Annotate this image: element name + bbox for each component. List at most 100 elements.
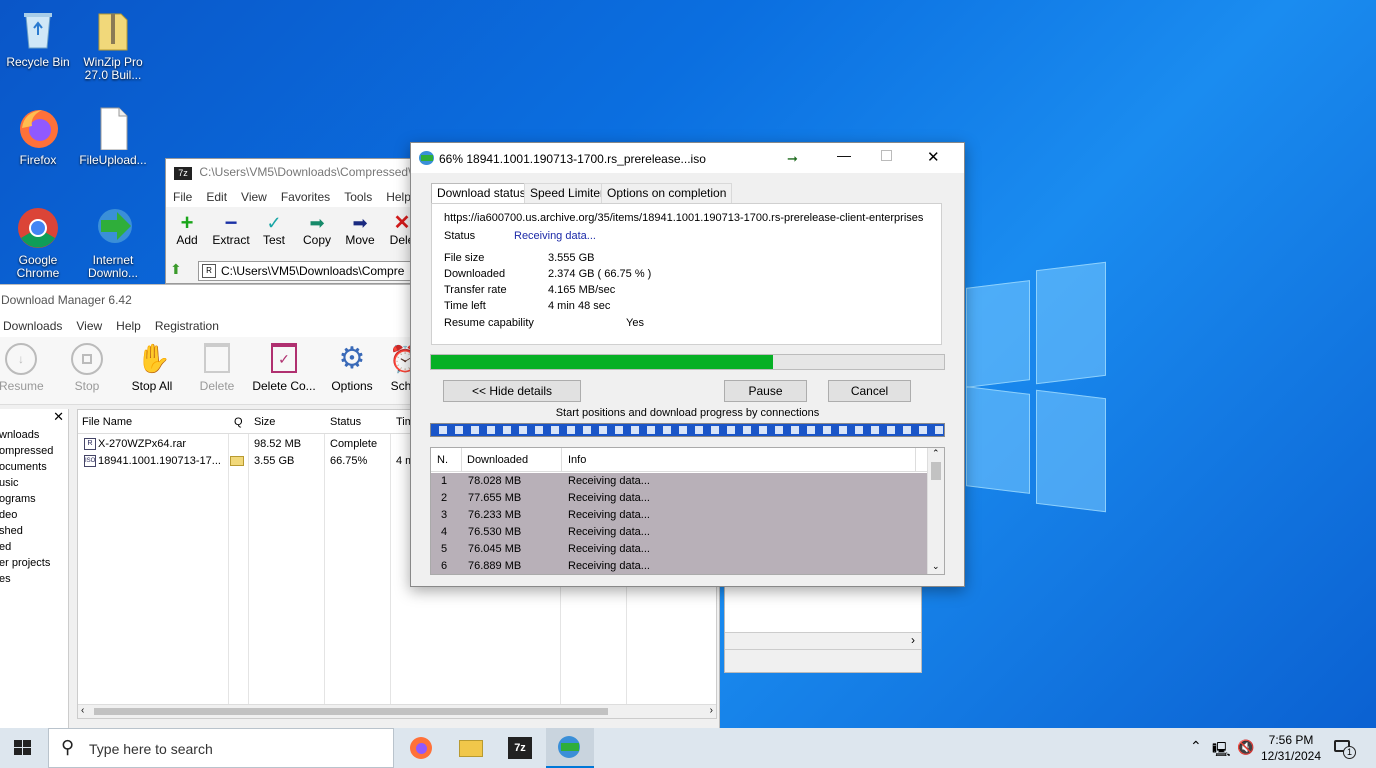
idm-menu-registration[interactable]: Registration: [155, 319, 219, 333]
hide-details-button[interactable]: << Hide details: [443, 380, 581, 402]
download-url: https://ia600700.us.archive.org/35/items…: [444, 212, 924, 224]
dialog-title-bar[interactable]: 66% 18941.1001.190713-1700.rs_prerelease…: [411, 143, 964, 173]
tab-options-on-completion[interactable]: Options on completion: [601, 183, 733, 203]
taskbar-search-box[interactable]: ⚲ Type here to search: [48, 728, 394, 768]
idm-stop-button[interactable]: Stop: [65, 343, 109, 393]
connection-info: Receiving data...: [568, 543, 650, 555]
connections-table[interactable]: N. Downloaded Info 1 78.028 MB Receiving d…: [430, 447, 945, 575]
category-music[interactable]: usic: [0, 475, 53, 491]
taskbar-idm-button[interactable]: [546, 728, 594, 768]
download-progress-dialog[interactable]: 66% 18941.1001.190713-1700.rs_prerelease…: [410, 142, 965, 587]
move-arrow-icon: ➡: [352, 213, 368, 233]
volume-muted-icon[interactable]: 🔇: [1237, 739, 1254, 756]
7zip-window[interactable]: 7z C:\Users\VM5\Downloads\Compressed\ Fi…: [165, 158, 415, 284]
connection-segment: [535, 426, 543, 434]
column-n[interactable]: N.: [437, 448, 448, 472]
scroll-up-icon[interactable]: ⌃: [932, 448, 940, 459]
connection-downloaded: 76.889 MB: [468, 560, 522, 572]
desktop-icon-firefox[interactable]: Firefox: [0, 106, 76, 167]
connections-vertical-scrollbar[interactable]: ⌃ ⌄: [927, 448, 944, 574]
idm-delete-button[interactable]: Delete: [195, 343, 239, 393]
taskbar-clock[interactable]: 7:56 PM 12/31/2024: [1256, 732, 1326, 764]
idm-menu-help[interactable]: Help: [116, 319, 141, 333]
idm-menu-downloads[interactable]: Downloads: [3, 319, 62, 333]
7zip-move-button[interactable]: ➡ Move: [342, 213, 378, 247]
connection-segment: [647, 426, 655, 434]
pause-button[interactable]: Pause: [724, 380, 807, 402]
minimize-button[interactable]: —: [837, 147, 851, 163]
windows-start-icon[interactable]: [14, 740, 32, 756]
tab-speed-limiter[interactable]: Speed Limiter: [524, 183, 611, 203]
column-info[interactable]: Info: [568, 448, 586, 472]
category-video[interactable]: deo: [0, 507, 53, 523]
connection-n: 4: [441, 526, 448, 538]
scroll-down-icon[interactable]: ⌄: [932, 561, 940, 572]
7zip-copy-button[interactable]: ➡ Copy: [300, 213, 334, 247]
stop-icon: [71, 343, 103, 375]
gear-icon: ⚙: [338, 342, 366, 375]
7zip-test-button[interactable]: ✓ Test: [258, 213, 290, 247]
connection-row[interactable]: 6 76.889 MB Receiving data...: [431, 558, 927, 574]
category-finished[interactable]: shed: [0, 523, 53, 539]
close-button[interactable]: ✕: [927, 148, 940, 166]
category-queues[interactable]: es: [0, 571, 53, 587]
7zip-toolbar: + Add − Extract ✓ Test ➡ Copy ➡ Move ✕ Dele: [166, 209, 414, 257]
7zip-extract-button[interactable]: − Extract: [208, 212, 254, 248]
category-downloads[interactable]: wnloads: [0, 427, 53, 443]
scroll-right-icon[interactable]: ›: [710, 705, 713, 716]
idm-stop-all-button[interactable]: ✋ Stop All: [127, 343, 177, 393]
maximize-button[interactable]: [881, 150, 892, 161]
idm-resume-button[interactable]: ↓ Resume: [0, 343, 44, 393]
connection-row[interactable]: 5 76.045 MB Receiving data...: [431, 541, 927, 558]
category-grabber-projects[interactable]: er projects: [0, 555, 53, 571]
connection-segment: [855, 426, 863, 434]
desktop-icon-fileupload[interactable]: FileUpload...: [75, 106, 151, 167]
7zip-menu-file[interactable]: File: [173, 190, 192, 204]
cancel-button[interactable]: Cancel: [828, 380, 911, 402]
connection-row[interactable]: 4 76.530 MB Receiving data...: [431, 524, 927, 541]
7zip-title-bar[interactable]: 7z C:\Users\VM5\Downloads\Compressed\: [166, 159, 414, 185]
scroll-left-icon[interactable]: ‹: [81, 705, 84, 716]
connection-segment: [455, 426, 463, 434]
desktop-icon-recycle-bin[interactable]: Recycle Bin: [0, 8, 76, 69]
column-status[interactable]: Status: [330, 410, 361, 434]
tab-download-status[interactable]: Download status: [431, 183, 532, 204]
7zip-path-bar[interactable]: R C:\Users\VM5\Downloads\Compre: [198, 261, 414, 281]
taskbar-firefox-icon[interactable]: [410, 737, 432, 759]
file-size-value: 3.555 GB: [548, 252, 595, 264]
desktop-icon-winzip[interactable]: WinZip Pro 27.0 Buil...: [75, 8, 151, 82]
7zip-menu-edit[interactable]: Edit: [206, 190, 227, 204]
connection-row[interactable]: 1 78.028 MB Receiving data...: [431, 473, 927, 490]
network-icon[interactable]: 🖳: [1212, 739, 1231, 763]
connection-row[interactable]: 3 76.233 MB Receiving data...: [431, 507, 927, 524]
notification-center-icon[interactable]: 1: [1334, 738, 1356, 759]
category-compressed[interactable]: ompressed: [0, 443, 53, 459]
show-hidden-icons-chevron-icon[interactable]: ⌃: [1190, 738, 1202, 755]
taskbar-file-explorer-icon[interactable]: [459, 740, 483, 757]
7zip-menu-help[interactable]: Help: [386, 190, 411, 204]
taskbar-7zip-icon[interactable]: 7z: [508, 737, 532, 759]
column-downloaded[interactable]: Downloaded: [467, 448, 528, 472]
idm-delete-completed-button[interactable]: ✓ Delete Co...: [251, 343, 317, 393]
category-documents[interactable]: ocuments: [0, 459, 53, 475]
connection-segment: [583, 426, 591, 434]
idm-menu-view[interactable]: View: [76, 319, 102, 333]
column-queue[interactable]: Q: [234, 410, 243, 434]
category-programs[interactable]: ograms: [0, 491, 53, 507]
column-size[interactable]: Size: [254, 410, 275, 434]
7zip-menu-tools[interactable]: Tools: [344, 190, 372, 204]
desktop-icon-chrome[interactable]: Google Chrome: [0, 206, 76, 280]
connection-row[interactable]: 2 77.655 MB Receiving data...: [431, 490, 927, 507]
column-file-name[interactable]: File Name: [82, 410, 132, 434]
desktop-icon-idm[interactable]: Internet Downlo...: [75, 206, 151, 280]
file-list-horizontal-scrollbar[interactable]: ‹ ›: [78, 704, 716, 718]
close-sidebar-icon[interactable]: ✕: [53, 409, 64, 425]
scroll-right-icon[interactable]: ›: [911, 633, 915, 647]
progress-fill: [431, 355, 774, 369]
7zip-menu-view[interactable]: View: [241, 190, 267, 204]
idm-options-button[interactable]: ⚙ Options: [327, 342, 377, 394]
category-unfinished[interactable]: ed: [0, 539, 53, 555]
up-folder-icon[interactable]: ⬆: [170, 261, 188, 279]
7zip-menu-favorites[interactable]: Favorites: [281, 190, 330, 204]
7zip-add-button[interactable]: + Add: [172, 212, 202, 248]
